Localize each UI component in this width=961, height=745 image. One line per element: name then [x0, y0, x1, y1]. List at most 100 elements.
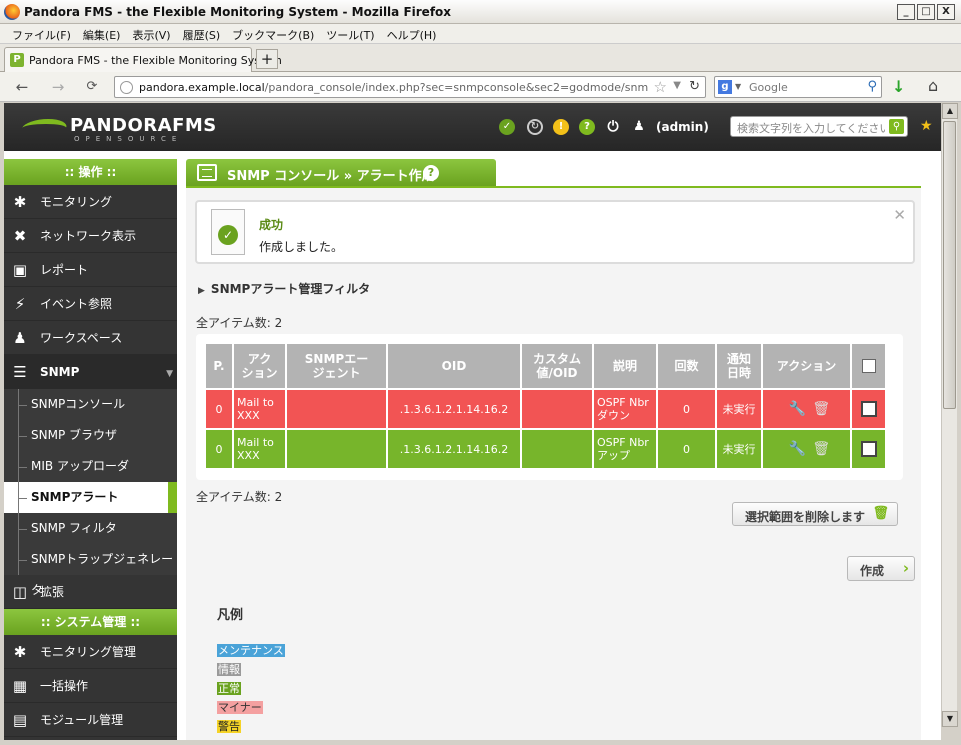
close-window-button[interactable]: X [937, 4, 955, 20]
menu-help[interactable]: ヘルプ(H) [381, 24, 443, 43]
delete-selected-button[interactable]: 選択範囲を削除します 🗑 [732, 502, 898, 526]
help-icon[interactable]: ? [423, 165, 439, 181]
legend-title: 凡例 [217, 608, 244, 623]
search-engine-dropdown-icon[interactable]: ▼ [735, 82, 741, 91]
header-search-placeholder: 検索文字列を入力してください [737, 122, 885, 135]
globe-icon [120, 81, 133, 94]
alerts-table: P. アク ション SNMPエー ジェント OID カスタム 値/OID 説明 … [204, 342, 887, 470]
filter-toggle[interactable]: ▶ SNMPアラート管理フィルタ [198, 280, 370, 297]
header-search-icon[interactable]: ⚲ [889, 119, 904, 134]
logout-power-icon[interactable]: ⏻ [605, 119, 621, 135]
browser-search-placeholder: Google [749, 81, 788, 94]
sidebar-subitem-snmp-alerts[interactable]: SNMPアラート [4, 482, 177, 513]
workspace-icon: ♟ [13, 329, 27, 347]
column-header-snmp-agent[interactable]: SNMPエー ジェント [287, 344, 386, 388]
sidebar-item-monitoring-admin[interactable]: ✱ モニタリング管理 [4, 635, 177, 669]
success-message-box: ✓ 成功 作成しました。 ✕ [195, 200, 915, 264]
menu-bookmarks[interactable]: ブックマーク(B) [226, 24, 320, 43]
trash-icon[interactable]: 🗑 [812, 442, 830, 456]
menu-file[interactable]: ファイル(F) [6, 24, 77, 43]
bookmark-star-icon[interactable]: ☆ [654, 78, 667, 96]
table-row: 0 Mail to XXX .1.3.6.1.2.1.14.16.2 OSPF … [206, 430, 885, 468]
scroll-up-arrow-icon[interactable]: ▲ [942, 103, 958, 119]
menu-tools[interactable]: ツール(T) [320, 24, 380, 43]
header-search-input[interactable]: 検索文字列を入力してください ⚲ [730, 116, 908, 137]
scroll-down-arrow-icon[interactable]: ▼ [942, 711, 958, 727]
row-checkbox[interactable] [860, 441, 877, 457]
scrollbar-thumb[interactable] [943, 121, 956, 409]
total-items-bottom: 全アイテム数: 2 [196, 490, 283, 504]
tab-label: Pandora FMS - the Flexible Monitoring Sy… [29, 54, 282, 67]
chevron-right-icon: › [902, 559, 909, 577]
column-header-custom-value[interactable]: カスタム 値/OID [522, 344, 592, 388]
history-icon[interactable]: ⟳ [82, 78, 102, 96]
minimize-button[interactable]: _ [897, 4, 915, 20]
browser-search-box[interactable]: g ▼ Google ⚲ [714, 76, 882, 98]
sidebar-item-events[interactable]: ⚡ イベント参照 [4, 287, 177, 321]
sidebar-item-label: SNMP [40, 365, 80, 379]
column-header-last-fired[interactable]: 通知 日時 [717, 344, 761, 388]
cell-priority: 0 [206, 390, 232, 428]
row-checkbox[interactable] [860, 401, 877, 417]
close-icon[interactable]: ✕ [893, 206, 906, 224]
reload-icon[interactable]: ↻ [689, 79, 700, 94]
url-bar[interactable]: pandora.example.local/pandora_console/in… [114, 76, 706, 98]
trash-icon[interactable]: 🗑 [812, 402, 830, 416]
sidebar-item-monitoring[interactable]: ✱ モニタリング [4, 185, 177, 219]
new-tab-button[interactable]: + [256, 49, 278, 69]
menu-view[interactable]: 表示(V) [126, 24, 176, 43]
sidebar-subitem-label: SNMPアラート [31, 490, 119, 504]
menu-history[interactable]: 履歴(S) [177, 24, 227, 43]
column-header-description[interactable]: 説明 [594, 344, 656, 388]
sidebar-subitem-snmp-console[interactable]: SNMPコンソール [4, 389, 177, 420]
sidebar-item-bulk-operations[interactable]: ▦ 一括操作 [4, 669, 177, 703]
wrench-icon[interactable]: 🔧 [789, 402, 806, 416]
sidebar-subitem-mib-uploader[interactable]: MIB アップローダ [4, 451, 177, 482]
select-all-checkbox[interactable] [861, 359, 876, 374]
success-message: 作成しました。 [259, 240, 344, 254]
sidebar-item-label: モジュール管理 [40, 713, 124, 727]
download-icon[interactable]: ↓ [892, 77, 905, 96]
report-icon: ▣ [12, 261, 28, 279]
sidebar-item-workspace[interactable]: ♟ ワークスペース [4, 321, 177, 355]
create-button[interactable]: 作成 › [847, 556, 915, 581]
sidebar-item-module-admin[interactable]: ▤ モジュール管理 [4, 703, 177, 737]
total-items-top: 全アイテム数: 2 [196, 316, 283, 330]
check-icon: ✓ [218, 225, 238, 245]
chevron-down-icon[interactable]: ▼ [673, 80, 681, 91]
current-user[interactable]: (admin) [656, 120, 709, 134]
vertical-scrollbar[interactable]: ▲ ▼ [941, 103, 958, 727]
extensions-plug-icon: ◫ [12, 583, 28, 601]
favorite-star-icon[interactable]: ★ [920, 118, 933, 134]
help-icon[interactable]: ? [579, 119, 595, 135]
forward-arrow-icon[interactable]: → [48, 78, 68, 96]
column-header-oid[interactable]: OID [388, 344, 520, 388]
monitoring-admin-icon: ✱ [13, 643, 27, 661]
column-header-times-fired[interactable]: 回数 [658, 344, 715, 388]
sidebar-subitem-snmp-trap-generator[interactable]: SNMPトラップジェネレータ [4, 544, 177, 597]
column-header-select-all[interactable] [852, 344, 885, 388]
menu-edit[interactable]: 編集(E) [77, 24, 127, 43]
wrench-icon[interactable]: 🔧 [789, 442, 806, 456]
sidebar-item-label: イベント参照 [40, 297, 113, 311]
sidebar-item-snmp[interactable]: ☰ SNMP ▼ [4, 355, 177, 389]
browser-tab[interactable]: P Pandora FMS - the Flexible Monitoring … [4, 47, 282, 72]
google-icon[interactable]: g [718, 80, 732, 94]
search-icon[interactable]: ⚲ [867, 79, 877, 94]
refresh-icon[interactable]: ↻ [527, 119, 543, 135]
sidebar-subitem-snmp-filters[interactable]: SNMP フィルタ [4, 513, 177, 544]
status-ok-icon[interactable]: ✓ [499, 119, 515, 135]
sidebar-item-network-view[interactable]: ✖ ネットワーク表示 [4, 219, 177, 253]
column-header-action[interactable]: アク ション [234, 344, 285, 388]
maximize-button[interactable]: □ [917, 4, 935, 20]
cell-action[interactable]: Mail to XXX [234, 430, 285, 468]
cell-action[interactable]: Mail to XXX [234, 390, 285, 428]
sidebar-subitem-snmp-browser[interactable]: SNMP ブラウザ [4, 420, 177, 451]
sidebar-item-extensions[interactable]: ◫ 拡張 [4, 575, 177, 609]
back-arrow-icon[interactable]: ← [12, 78, 32, 96]
column-header-priority[interactable]: P. [206, 344, 232, 388]
user-icon[interactable]: ♟ [631, 119, 647, 135]
alert-icon[interactable]: ! [553, 119, 569, 135]
home-icon[interactable]: ⌂ [928, 76, 938, 95]
sidebar-item-reports[interactable]: ▣ レポート [4, 253, 177, 287]
